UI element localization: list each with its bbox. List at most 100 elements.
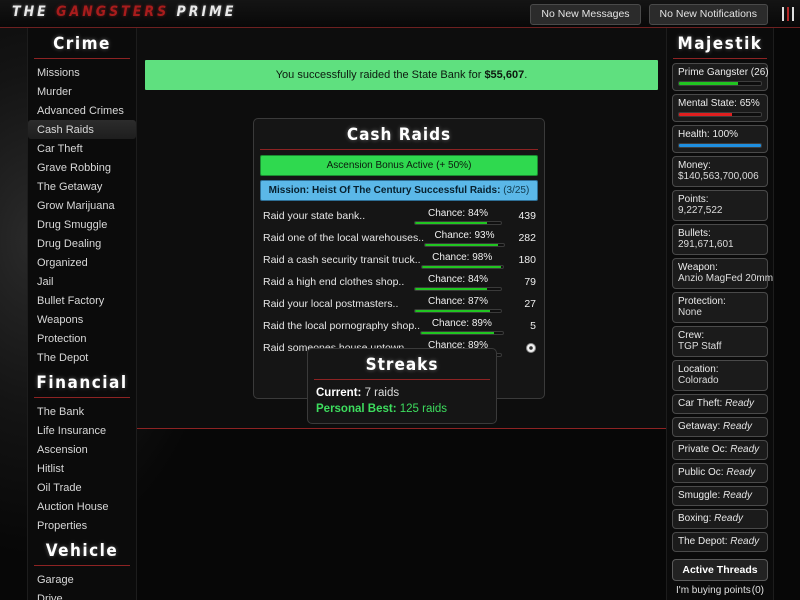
raid-row[interactable]: Raid your state bank.. Chance: 84% 439: [254, 205, 544, 227]
timer-smuggle[interactable]: Smuggle: Ready: [672, 486, 768, 506]
sidebar-item-properties[interactable]: Properties: [28, 516, 136, 535]
raid-name: Raid your local postmasters..: [263, 298, 399, 310]
sidebar-item-the-depot[interactable]: The Depot: [28, 348, 136, 367]
timer-private-oc-label: Private Oc:: [678, 444, 728, 455]
timer-private-oc[interactable]: Private Oc: Ready: [672, 440, 768, 460]
raid-chance-bar: [420, 264, 504, 269]
sidebar-item-auction-house[interactable]: Auction House: [28, 497, 136, 516]
thread-row[interactable]: I'm buying points (0): [672, 583, 768, 598]
streak-current: Current: 7 raids: [308, 385, 496, 401]
cash-raids-title: Cash Raids: [346, 125, 452, 145]
timer-car-theft[interactable]: Car Theft: Ready: [672, 394, 768, 414]
stat-health-bar: [678, 143, 762, 148]
sidebar-section-title-financial: Financial: [36, 373, 128, 393]
streak-current-value: 7 raids: [364, 387, 400, 399]
sidebar-item-the-getaway[interactable]: The Getaway: [28, 177, 136, 196]
timer-public-oc[interactable]: Public Oc: Ready: [672, 463, 768, 483]
sidebar-item-protection[interactable]: Protection: [28, 329, 136, 348]
stat-points-value: 9,227,522: [678, 205, 723, 216]
timer-getaway-status: Ready: [723, 421, 752, 432]
timer-getaway-label: Getaway:: [678, 421, 721, 432]
raid-row[interactable]: Raid a high end clothes shop.. Chance: 84…: [254, 271, 544, 293]
sidebar-item-cash-raids[interactable]: Cash Raids: [28, 120, 136, 139]
logo-word-gangsters: GANGSTERS: [56, 4, 170, 20]
title-divider: [260, 149, 538, 150]
raid-chance: Chance: 87%: [414, 296, 502, 313]
timer-getaway[interactable]: Getaway: Ready: [672, 417, 768, 437]
sidebar-item-oil-trade[interactable]: Oil Trade: [28, 478, 136, 497]
raid-chance-label: Chance: 98%: [432, 251, 493, 263]
sidebar-item-weapons[interactable]: Weapons: [28, 310, 136, 329]
radio-selected-icon[interactable]: [526, 343, 536, 354]
sidebar-item-hitlist[interactable]: Hitlist: [28, 459, 136, 478]
raid-chance-label: Chance: 84%: [427, 207, 489, 219]
sidebar-item-ascension[interactable]: Ascension: [28, 440, 136, 459]
stat-bullets-label: Bullets:: [678, 228, 711, 239]
timer-boxing-label: Boxing:: [678, 513, 712, 524]
raid-quantity: 5: [530, 320, 536, 332]
raid-chance-bar: [414, 308, 502, 313]
logo-word-the: THE: [12, 4, 49, 20]
sidebar-item-drive[interactable]: Drive: [28, 589, 136, 600]
timer-smuggle-label: Smuggle:: [678, 490, 721, 501]
streak-best-label: Personal Best:: [316, 403, 397, 415]
raid-row[interactable]: Raid one of the local warehouses.. Chance…: [254, 227, 544, 249]
raid-row[interactable]: Raid the local pornography shop.. Chance:…: [254, 315, 544, 337]
active-threads-button[interactable]: Active Threads: [672, 559, 768, 581]
raid-name: Raid a cash security transit truck..: [263, 254, 421, 266]
sidebar-item-grave-robbing[interactable]: Grave Robbing: [28, 158, 136, 177]
sidebar-item-drug-dealing[interactable]: Drug Dealing: [28, 234, 136, 253]
messages-button[interactable]: No New Messages: [530, 4, 641, 25]
stat-weapon-value: Anzio MagFed 20mm: [678, 273, 774, 284]
stat-crew-value: TGP Staff: [678, 341, 722, 352]
timer-public-oc-label: Public Oc:: [678, 467, 724, 478]
raid-chance: Chance: 84%: [414, 274, 502, 291]
raid-select-radio[interactable]: [502, 342, 536, 354]
sidebar-section-divider: [34, 397, 130, 398]
sidebar-item-life-insurance[interactable]: Life Insurance: [28, 421, 136, 440]
raid-quantity: 180: [518, 254, 536, 266]
left-sidebar: Crime Missions Murder Advanced Crimes Cash R…: [27, 28, 137, 600]
alert-amount: $55,607: [484, 69, 525, 81]
stat-money: Money: $140,563,700,006: [672, 156, 768, 187]
sidebar-item-missions[interactable]: Missions: [28, 63, 136, 82]
timer-boxing[interactable]: Boxing: Ready: [672, 509, 768, 529]
site-logo[interactable]: THE GANGSTERS PRIME: [12, 4, 236, 20]
mission-label: Mission: Heist Of The Century: [268, 185, 412, 196]
sidebar-item-the-bank[interactable]: The Bank: [28, 402, 136, 421]
raid-row[interactable]: Raid your local postmasters.. Chance: 87%…: [254, 293, 544, 315]
sidebar-item-grow-marijuana[interactable]: Grow Marijuana: [28, 196, 136, 215]
raid-chance: Chance: 98%: [420, 251, 504, 269]
sidebar-section-title-crime: Crime: [53, 34, 111, 54]
timer-car-theft-label: Car Theft:: [678, 398, 723, 409]
stat-prime-gangster: Prime Gangster (26): [672, 63, 769, 91]
sidebar-item-advanced-crimes[interactable]: Advanced Crimes: [28, 101, 136, 120]
stat-prime-gangster-bar: [678, 81, 762, 86]
sidebar-item-murder[interactable]: Murder: [28, 82, 136, 101]
streaks-title: Streaks: [365, 355, 439, 375]
timer-the-depot[interactable]: The Depot: Ready: [672, 532, 768, 552]
sidebar-item-car-theft[interactable]: Car Theft: [28, 139, 136, 158]
sidebar-item-drug-smuggle[interactable]: Drug Smuggle: [28, 215, 136, 234]
raid-chance-label: Chance: 84%: [427, 273, 489, 285]
notifications-button[interactable]: No New Notifications: [648, 4, 768, 25]
timer-car-theft-status: Ready: [725, 398, 754, 409]
streak-current-label: Current:: [316, 387, 362, 399]
stat-location-label: Location:: [678, 364, 719, 375]
sidebar-item-garage[interactable]: Garage: [28, 570, 136, 589]
stat-weapon: Weapon: Anzio MagFed 20mm: [672, 258, 774, 289]
stat-prime-gangster-label: Prime Gangster (26): [678, 67, 769, 78]
logo-word-prime: PRIME: [176, 4, 237, 20]
sidebar-item-organized[interactable]: Organized: [28, 253, 136, 272]
raid-options-list: Raid your state bank.. Chance: 84% 439 Raid…: [254, 205, 544, 359]
raid-row[interactable]: Raid a cash security transit truck.. Chan…: [254, 249, 544, 271]
timer-boxing-status: Ready: [714, 513, 744, 524]
sidebar-item-bullet-factory[interactable]: Bullet Factory: [28, 291, 136, 310]
mission-progress-value: (3/25): [503, 185, 530, 196]
sidebar-section-title-vehicle: Vehicle: [45, 541, 119, 561]
hamburger-icon[interactable]: [782, 7, 794, 21]
raid-chance-bar: [414, 286, 502, 291]
timer-smuggle-status: Ready: [723, 490, 752, 501]
stat-bullets: Bullets: 291,671,601: [672, 224, 768, 255]
sidebar-item-jail[interactable]: Jail: [28, 272, 136, 291]
